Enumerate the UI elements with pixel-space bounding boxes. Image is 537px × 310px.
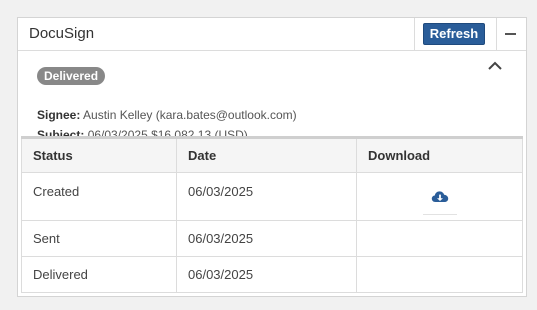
table-row: Sent 06/03/2025 xyxy=(21,219,523,257)
download-cell xyxy=(356,255,523,293)
signee-line: Signee: Austin Kelley (kara.bates@outloo… xyxy=(37,108,297,122)
status-cell: Delivered xyxy=(21,255,177,293)
envelope-summary: Delivered Signee: Austin Kelley (kara.ba… xyxy=(18,51,526,142)
minus-icon[interactable] xyxy=(501,25,521,43)
table-row: Delivered 06/03/2025 xyxy=(21,255,523,293)
header-divider xyxy=(496,18,497,51)
widget-header: DocuSign Refresh xyxy=(18,18,526,51)
signee-value: Austin Kelley (kara.bates@outlook.com) xyxy=(83,108,297,122)
column-header-status: Status xyxy=(21,139,177,173)
download-button[interactable] xyxy=(422,189,457,215)
download-cell xyxy=(356,171,523,221)
signee-label: Signee: xyxy=(37,108,81,122)
refresh-button[interactable]: Refresh xyxy=(423,23,485,45)
header-divider xyxy=(414,18,415,51)
column-header-download: Download xyxy=(356,139,523,173)
download-cell xyxy=(356,219,523,257)
status-cell: Sent xyxy=(21,219,177,257)
widget-title: DocuSign xyxy=(29,25,95,42)
status-badge: Delivered xyxy=(37,67,106,85)
cloud-download-icon xyxy=(431,190,448,202)
table-header-row: Status Date Download xyxy=(21,139,523,173)
column-header-date: Date xyxy=(176,139,357,173)
docusign-widget: DocuSign Refresh Delivered Signee: Austi… xyxy=(17,17,527,297)
date-cell: 06/03/2025 xyxy=(176,171,357,221)
events-table: Status Date Download Created 06/03/2025 xyxy=(21,139,523,293)
status-cell: Created xyxy=(21,171,177,221)
date-cell: 06/03/2025 xyxy=(176,219,357,257)
table-row: Created 06/03/2025 xyxy=(21,171,523,221)
chevron-up-icon[interactable] xyxy=(487,59,503,71)
minus-bar xyxy=(505,33,516,35)
events-table-wrapper: Status Date Download Created 06/03/2025 xyxy=(21,136,523,295)
date-cell: 06/03/2025 xyxy=(176,255,357,293)
